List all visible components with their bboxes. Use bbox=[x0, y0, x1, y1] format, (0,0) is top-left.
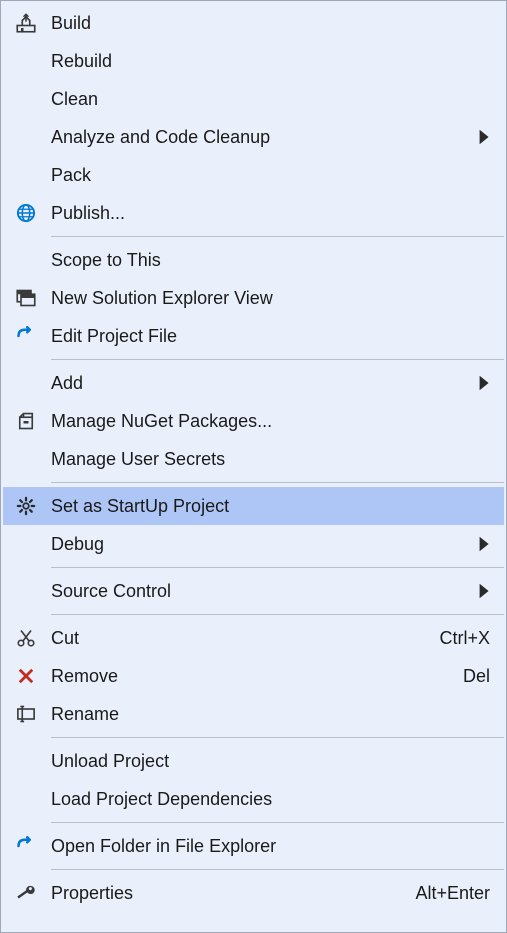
menu-item-publish[interactable]: Publish... bbox=[3, 194, 504, 232]
menu-item-label: Manage User Secrets bbox=[45, 449, 494, 470]
menu-item-edit-project-file[interactable]: Edit Project File bbox=[3, 317, 504, 355]
menu-item-shortcut: Del bbox=[463, 666, 494, 687]
menu-item-label: Build bbox=[45, 13, 494, 34]
menu-item-add[interactable]: Add bbox=[3, 364, 504, 402]
menu-item-new-solution-explorer-view[interactable]: New Solution Explorer View bbox=[3, 279, 504, 317]
menu-item-label: Remove bbox=[45, 666, 463, 687]
publish-icon bbox=[7, 203, 45, 223]
menu-item-label: Set as StartUp Project bbox=[45, 496, 494, 517]
menu-item-label: New Solution Explorer View bbox=[45, 288, 494, 309]
menu-item-scope-to-this[interactable]: Scope to This bbox=[3, 241, 504, 279]
menu-separator bbox=[51, 359, 504, 360]
menu-item-properties[interactable]: PropertiesAlt+Enter bbox=[3, 874, 504, 912]
menu-item-pack[interactable]: Pack bbox=[3, 156, 504, 194]
menu-item-source-control[interactable]: Source Control bbox=[3, 572, 504, 610]
menu-item-label: Properties bbox=[45, 883, 415, 904]
menu-item-label: Debug bbox=[45, 534, 476, 555]
chevron-right-icon bbox=[476, 581, 494, 601]
menu-item-label: Rename bbox=[45, 704, 494, 725]
menu-item-label: Publish... bbox=[45, 203, 494, 224]
menu-item-analyze-and-code-cleanup[interactable]: Analyze and Code Cleanup bbox=[3, 118, 504, 156]
menu-item-remove[interactable]: RemoveDel bbox=[3, 657, 504, 695]
menu-separator bbox=[51, 236, 504, 237]
chevron-right-icon bbox=[476, 534, 494, 554]
cut-icon bbox=[7, 628, 45, 648]
menu-item-label: Load Project Dependencies bbox=[45, 789, 494, 810]
menu-item-label: Source Control bbox=[45, 581, 476, 602]
context-menu: Build Rebuild Clean Analyze and Code Cleanu… bbox=[0, 0, 507, 933]
menu-item-clean[interactable]: Clean bbox=[3, 80, 504, 118]
rename-icon bbox=[7, 704, 45, 724]
menu-item-debug[interactable]: Debug bbox=[3, 525, 504, 563]
build-icon bbox=[7, 13, 45, 33]
menu-item-label: Analyze and Code Cleanup bbox=[45, 127, 476, 148]
menu-item-unload-project[interactable]: Unload Project bbox=[3, 742, 504, 780]
menu-separator bbox=[51, 482, 504, 483]
menu-item-manage-nuget-packages[interactable]: Manage NuGet Packages... bbox=[3, 402, 504, 440]
menu-item-label: Pack bbox=[45, 165, 494, 186]
remove-icon bbox=[7, 666, 45, 686]
menu-separator bbox=[51, 614, 504, 615]
edit-arrow-icon bbox=[7, 326, 45, 346]
menu-item-shortcut: Ctrl+X bbox=[439, 628, 494, 649]
menu-item-label: Cut bbox=[45, 628, 439, 649]
chevron-right-icon bbox=[476, 127, 494, 147]
menu-separator bbox=[51, 567, 504, 568]
menu-item-open-folder-in-file-explorer[interactable]: Open Folder in File Explorer bbox=[3, 827, 504, 865]
menu-item-build[interactable]: Build bbox=[3, 4, 504, 42]
menu-separator bbox=[51, 869, 504, 870]
menu-item-manage-user-secrets[interactable]: Manage User Secrets bbox=[3, 440, 504, 478]
menu-item-label: Scope to This bbox=[45, 250, 494, 271]
menu-item-label: Clean bbox=[45, 89, 494, 110]
menu-item-rename[interactable]: Rename bbox=[3, 695, 504, 733]
gear-icon bbox=[7, 496, 45, 516]
menu-item-shortcut: Alt+Enter bbox=[415, 883, 494, 904]
menu-item-set-as-startup-project[interactable]: Set as StartUp Project bbox=[3, 487, 504, 525]
menu-item-rebuild[interactable]: Rebuild bbox=[3, 42, 504, 80]
nuget-icon bbox=[7, 411, 45, 431]
chevron-right-icon bbox=[476, 373, 494, 393]
menu-item-load-project-dependencies[interactable]: Load Project Dependencies bbox=[3, 780, 504, 818]
menu-separator bbox=[51, 822, 504, 823]
menu-item-label: Open Folder in File Explorer bbox=[45, 836, 494, 857]
menu-item-label: Add bbox=[45, 373, 476, 394]
menu-item-label: Rebuild bbox=[45, 51, 494, 72]
menu-item-cut[interactable]: CutCtrl+X bbox=[3, 619, 504, 657]
open-arrow-icon bbox=[7, 836, 45, 856]
new-view-icon bbox=[7, 288, 45, 308]
menu-item-label: Manage NuGet Packages... bbox=[45, 411, 494, 432]
menu-separator bbox=[51, 737, 504, 738]
menu-item-label: Unload Project bbox=[45, 751, 494, 772]
wrench-icon bbox=[7, 883, 45, 903]
menu-item-label: Edit Project File bbox=[45, 326, 494, 347]
